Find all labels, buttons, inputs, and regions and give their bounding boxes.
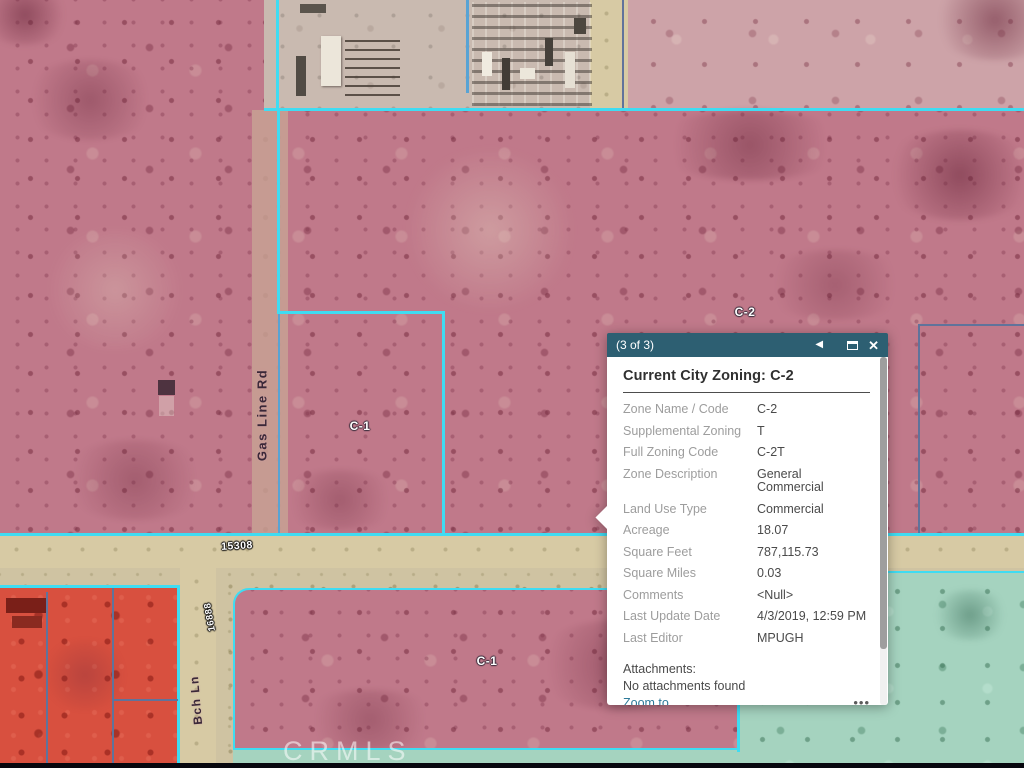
vegetation <box>650 110 850 180</box>
zone-boundary <box>264 108 1024 111</box>
parcel-line <box>46 592 48 768</box>
vegetation <box>280 470 400 530</box>
parcel-line <box>622 0 624 111</box>
table-row: Zone DescriptionGeneral Commercial <box>623 464 870 499</box>
rig-structure <box>482 52 492 76</box>
selected-parcel-outline-west <box>277 110 280 314</box>
field-label: Comments <box>623 589 757 603</box>
dark-building <box>296 56 306 96</box>
parcel-line <box>918 324 920 534</box>
field-value: C-2 <box>757 403 777 417</box>
field-label: Last Update Date <box>623 610 757 624</box>
sand-wash <box>40 230 190 350</box>
field-value: C-2T <box>757 446 785 460</box>
table-row: Land Use TypeCommercial <box>623 499 870 521</box>
attachments-empty-text: No attachments found <box>623 678 870 695</box>
warehouse-building <box>321 36 341 86</box>
zone-label-c2: C-2 <box>735 305 756 319</box>
attachments-heading: Attachments: <box>623 661 870 678</box>
rig-structure <box>574 18 586 34</box>
red-parcel-building <box>6 598 48 613</box>
parcel-line <box>466 0 469 93</box>
zoning-map-canvas[interactable]: C-2 C-1 C-1 Gas Line Rd Bch Ln 15308 168… <box>0 0 1024 768</box>
close-icon[interactable]: ✕ <box>868 339 879 352</box>
table-row: Full Zoning CodeC-2T <box>623 442 870 464</box>
field-label: Zone Description <box>623 468 757 495</box>
vegetation <box>60 440 210 520</box>
table-row: Square Miles0.03 <box>623 563 870 585</box>
address-label-15308: 15308 <box>221 539 253 553</box>
selected-parcel-outline-south-leg <box>442 311 445 536</box>
vegetation <box>20 60 160 140</box>
popup-body: Current City Zoning: C-2 Zone Name / Cod… <box>607 357 888 705</box>
table-row: Last EditorMPUGH <box>623 628 870 650</box>
title-divider <box>623 392 870 393</box>
crmls-watermark: CRMLS <box>283 736 413 767</box>
feature-info-popup: (3 of 3) ◀ ✕ Current City Zoning: C-2 Zo… <box>607 333 888 705</box>
street-label-gas-line-rd: Gas Line Rd <box>255 369 270 461</box>
bch-ln-road-surface <box>180 568 216 768</box>
house-yard <box>159 396 174 416</box>
parcel-line <box>112 588 114 768</box>
field-label: Last Editor <box>623 632 757 646</box>
field-value: Commercial <box>757 503 824 517</box>
parcel-line <box>112 699 178 701</box>
field-label: Land Use Type <box>623 503 757 517</box>
rig-structure <box>520 68 535 79</box>
field-label: Zone Name / Code <box>623 403 757 417</box>
vegetation <box>930 590 1010 640</box>
parcel-line <box>918 324 1024 326</box>
attachments-section: Attachments: No attachments found <box>623 661 870 695</box>
popup-pager-text: (3 of 3) <box>616 338 654 352</box>
selected-parcel-outline-step <box>277 311 445 314</box>
popup-footer: Zoom to ••• <box>623 696 870 705</box>
red-parcel-outline-right <box>177 585 180 768</box>
field-value: 18.07 <box>757 524 788 538</box>
table-row: Square Feet787,115.73 <box>623 542 870 564</box>
attribute-table: Zone Name / CodeC-2 Supplemental ZoningT… <box>623 399 870 649</box>
table-row: Acreage18.07 <box>623 520 870 542</box>
field-value: <Null> <box>757 589 793 603</box>
vegetation <box>760 250 910 320</box>
red-parcel-outline-top <box>0 585 179 588</box>
field-label: Full Zoning Code <box>623 446 757 460</box>
field-value: 787,115.73 <box>757 546 819 560</box>
popup-title: Current City Zoning: C-2 <box>623 368 870 384</box>
field-value: 4/3/2019, 12:59 PM <box>757 610 866 624</box>
field-value: General Commercial <box>757 468 870 495</box>
table-row: Zone Name / CodeC-2 <box>623 399 870 421</box>
pink-parcel-outline-east <box>737 700 740 752</box>
more-options-icon[interactable]: ••• <box>853 699 870 705</box>
rig-structure <box>545 38 553 66</box>
zone-label-c1-mid: C-1 <box>350 419 371 433</box>
field-value: T <box>757 425 765 439</box>
red-parcel-building <box>12 616 42 628</box>
map-edge-bar <box>0 763 1024 768</box>
zoom-to-link[interactable]: Zoom to <box>623 696 669 705</box>
popup-header[interactable]: (3 of 3) ◀ ✕ <box>607 333 888 357</box>
field-label: Square Miles <box>623 567 757 581</box>
rig-structure <box>502 58 510 90</box>
field-label: Square Feet <box>623 546 757 560</box>
sand-wash <box>400 150 580 310</box>
field-value: 0.03 <box>757 567 781 581</box>
popup-scrollbar-thumb[interactable] <box>880 357 887 649</box>
rig-structure <box>565 52 575 88</box>
zone-label-c1-south: C-1 <box>477 654 498 668</box>
small-roof <box>300 4 326 13</box>
field-value: MPUGH <box>757 632 804 646</box>
field-label: Supplemental Zoning <box>623 425 757 439</box>
parcel-line <box>276 0 279 111</box>
table-row: Supplemental ZoningT <box>623 421 870 443</box>
maximize-icon[interactable] <box>847 341 858 350</box>
table-row: Comments<Null> <box>623 585 870 607</box>
field-label: Acreage <box>623 524 757 538</box>
gas-line-road-surface <box>252 110 288 536</box>
equipment-rows <box>345 34 400 96</box>
table-row: Last Update Date4/3/2019, 12:59 PM <box>623 606 870 628</box>
parcel-line <box>278 314 280 536</box>
popup-scrollbar <box>880 357 887 705</box>
previous-feature-icon[interactable]: ◀ <box>815 340 823 350</box>
rural-house <box>158 380 175 395</box>
